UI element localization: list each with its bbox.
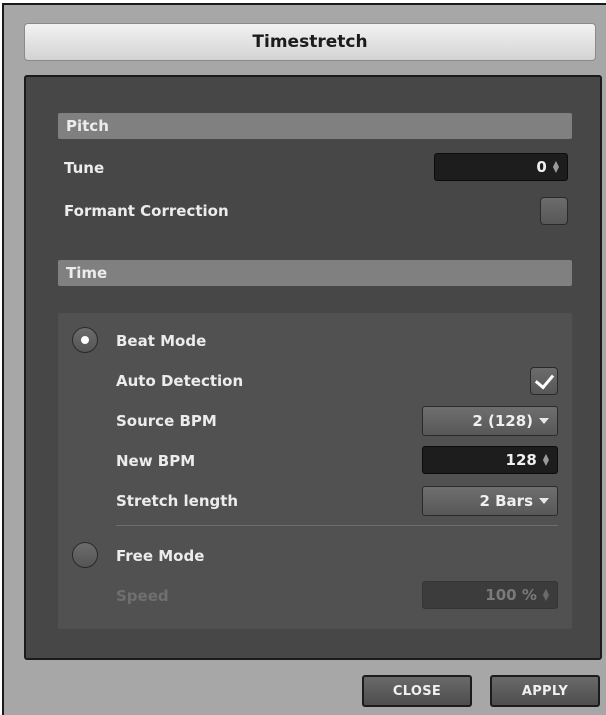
dialog-title: Timestretch — [24, 23, 596, 61]
speed-field[interactable]: 100 % ▲ ▼ — [422, 581, 558, 609]
mode-divider — [116, 525, 558, 526]
formant-correction-label: Formant Correction — [64, 202, 229, 220]
up-down-arrows-icon[interactable]: ▲ ▼ — [543, 453, 549, 467]
tune-field[interactable]: 0 ▲ ▼ — [434, 153, 568, 181]
stretch-length-dropdown[interactable]: 2 Bars — [422, 486, 558, 516]
apply-button[interactable]: APPLY — [490, 675, 600, 707]
source-bpm-dropdown[interactable]: 2 (128) — [422, 406, 558, 436]
auto-detection-checkbox[interactable] — [530, 367, 558, 395]
checkmark-icon — [534, 369, 555, 390]
stretch-length-label: Stretch length — [116, 492, 239, 510]
stretch-length-value: 2 Bars — [479, 492, 533, 510]
chevron-down-icon — [539, 418, 549, 424]
beat-mode-label: Beat Mode — [116, 332, 207, 350]
source-bpm-label: Source BPM — [116, 412, 217, 430]
new-bpm-field[interactable]: 128 ▲ ▼ — [422, 446, 558, 474]
chevron-down-icon — [539, 498, 549, 504]
formant-correction-checkbox[interactable] — [540, 197, 568, 225]
close-button[interactable]: CLOSE — [362, 675, 472, 707]
free-mode-label: Free Mode — [116, 547, 205, 565]
new-bpm-value: 128 — [505, 451, 537, 469]
up-down-arrows-icon[interactable]: ▲ ▼ — [553, 160, 559, 174]
timestretch-dialog: Timestretch Pitch Tune 0 ▲ ▼ Formant Corr… — [2, 3, 606, 715]
time-section-header: Time — [58, 260, 572, 286]
pitch-section-header: Pitch — [58, 113, 572, 139]
speed-label: Speed — [116, 587, 169, 605]
new-bpm-label: New BPM — [116, 452, 196, 470]
tune-label: Tune — [64, 159, 105, 177]
settings-panel: Pitch Tune 0 ▲ ▼ Formant Correction Time … — [24, 75, 602, 660]
free-mode-radio[interactable] — [72, 542, 98, 568]
speed-value: 100 % — [485, 586, 537, 604]
source-bpm-value: 2 (128) — [472, 412, 533, 430]
up-down-arrows-icon[interactable]: ▲ ▼ — [543, 588, 549, 602]
tune-value: 0 — [536, 158, 547, 176]
radio-dot-icon — [81, 336, 89, 344]
auto-detection-label: Auto Detection — [116, 372, 244, 390]
beat-mode-radio[interactable] — [72, 327, 98, 353]
